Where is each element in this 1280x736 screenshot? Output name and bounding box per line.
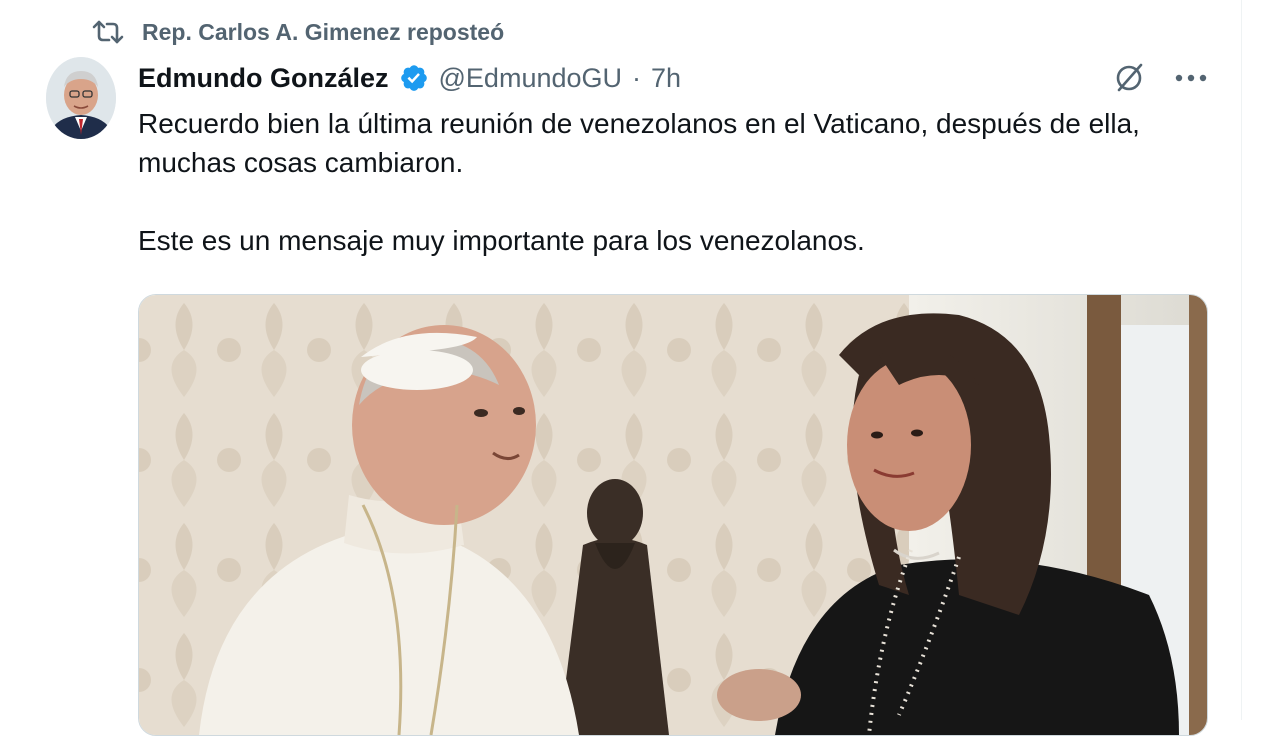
repost-context: Rep. Carlos A. Gimenez reposteó	[88, 14, 504, 50]
tweet-paragraph-1: Recuerdo bien la última reunión de venez…	[138, 108, 1140, 178]
timeline-divider	[1241, 0, 1242, 720]
verified-badge-icon[interactable]	[399, 63, 429, 93]
tweet-media-photo[interactable]	[138, 294, 1208, 736]
tweet-header: Edmundo González @EdmundoGU · 7h	[138, 56, 681, 100]
more-horizontal-icon[interactable]	[1174, 73, 1208, 83]
tweet-paragraph-2: Este es un mensaje muy importante para l…	[138, 225, 865, 256]
author-avatar[interactable]	[46, 57, 116, 139]
tweet-text: Recuerdo bien la última reunión de venez…	[138, 104, 1218, 260]
tweet-timestamp[interactable]: 7h	[651, 63, 681, 94]
repost-label[interactable]: Rep. Carlos A. Gimenez reposteó	[142, 19, 504, 46]
header-separator: ·	[632, 62, 642, 93]
grok-slash-circle-icon[interactable]	[1110, 59, 1148, 97]
author-handle[interactable]: @EdmundoGU	[439, 63, 623, 94]
author-name[interactable]: Edmundo González	[138, 63, 389, 94]
tweet-header-actions	[1110, 58, 1208, 98]
repost-icon	[88, 17, 128, 47]
